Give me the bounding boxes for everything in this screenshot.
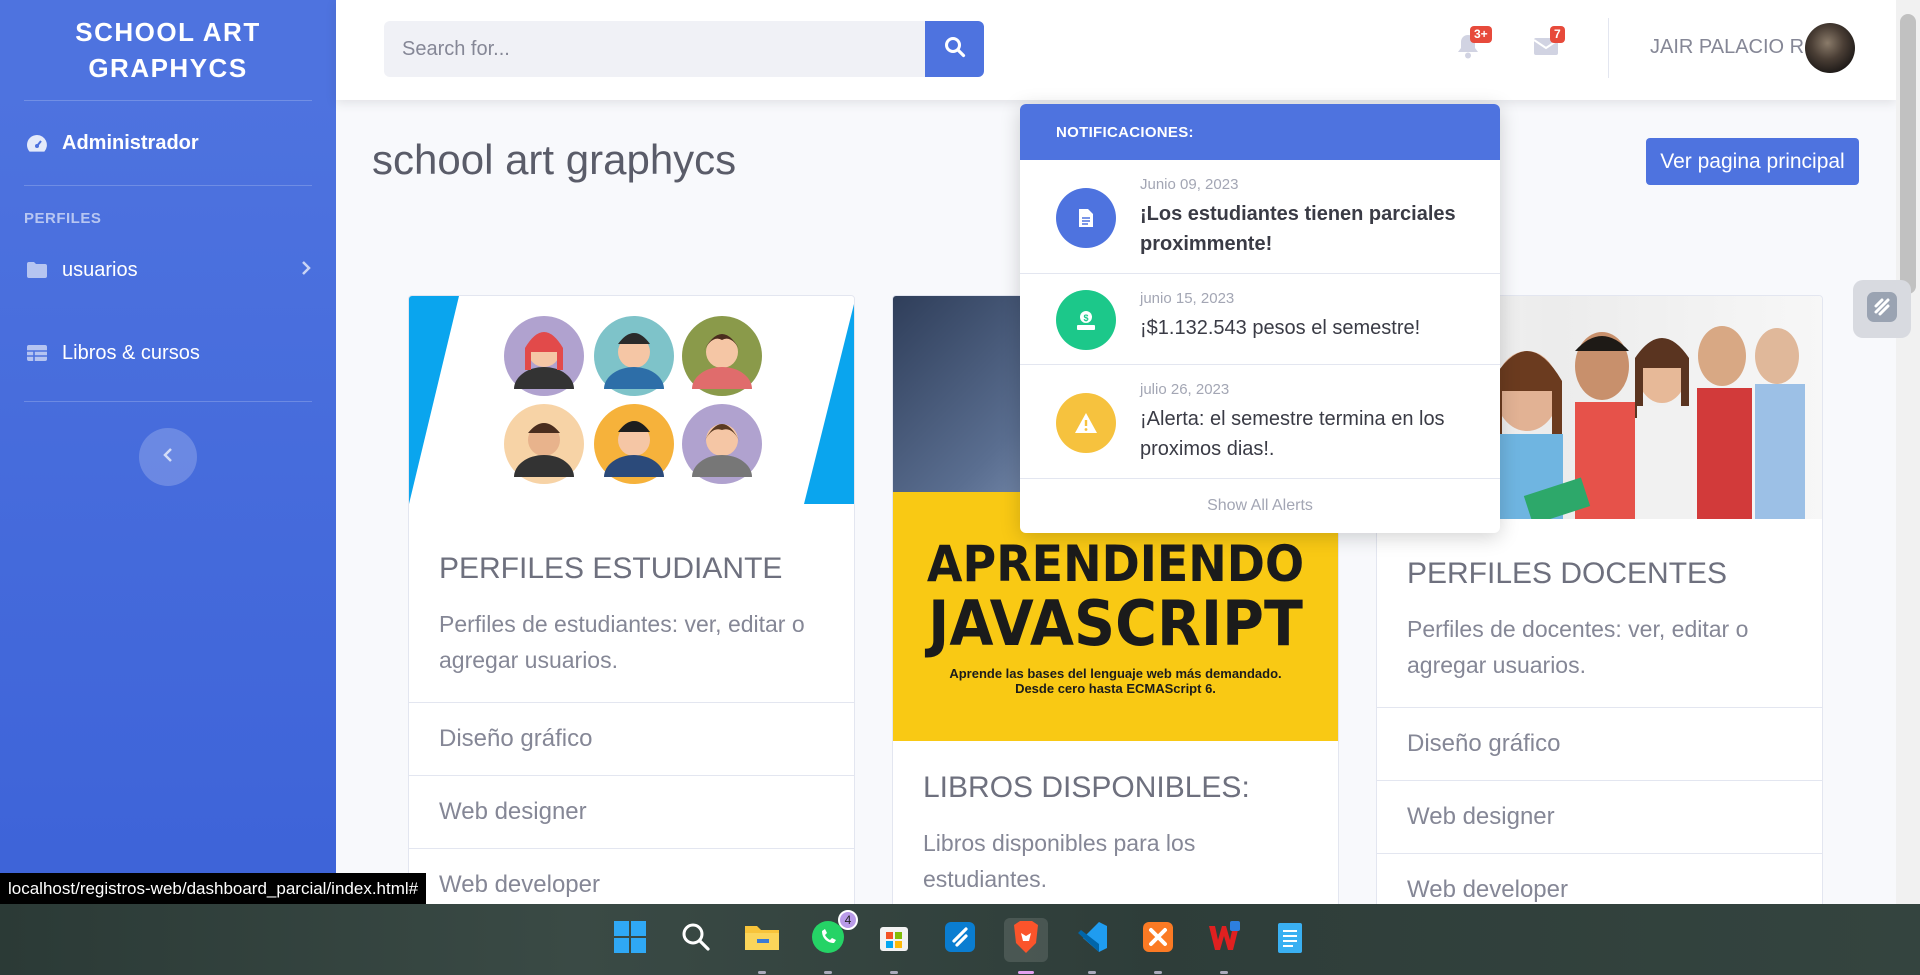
sidebar-item-label: usuarios [62, 258, 138, 281]
sidebar: SCHOOL ART GRAPHYCS Administrador PERFIL… [0, 0, 336, 904]
book-subtitle: Desde cero hasta ECMAScript 6. [1015, 681, 1216, 696]
file-explorer-button[interactable] [740, 918, 784, 974]
tachometer-icon [24, 132, 50, 154]
messages-button[interactable]: 7 [1532, 26, 1565, 62]
donate-icon: $ [1056, 290, 1116, 350]
card-text: Perfiles de estudiantes: ver, editar o a… [439, 611, 805, 673]
user-name[interactable]: JAIR PALACIO R [1650, 36, 1804, 59]
sidebar-brand[interactable]: SCHOOL ART GRAPHYCS [0, 0, 336, 100]
card-title: LIBROS DISPONIBLES: [923, 771, 1250, 804]
extension-widget[interactable] [1853, 280, 1911, 338]
notification-date: julio 26, 2023 [1140, 381, 1230, 398]
sidebar-toggle-button[interactable] [139, 428, 197, 486]
list-item[interactable]: Web designer [1377, 780, 1822, 853]
list-item[interactable]: Diseño gráfico [409, 702, 854, 775]
whatsapp-button[interactable]: 4 [806, 909, 858, 974]
app-icon [943, 920, 977, 959]
notification-text: ¡Los estudiantes tienen parciales proxim… [1140, 203, 1456, 255]
chevron-left-icon [162, 447, 174, 468]
search-icon [944, 36, 966, 63]
table-icon [24, 342, 50, 364]
sidebar-item-admin[interactable]: Administrador [0, 101, 336, 185]
xampp-icon [1141, 920, 1175, 959]
running-indicator [758, 970, 766, 974]
list-item[interactable]: Diseño gráfico [1377, 707, 1822, 780]
notification-date: Junio 09, 2023 [1140, 176, 1239, 193]
topbar: 3+ 7 JAIR PALACIO R [336, 0, 1896, 100]
alerts-badge: 3+ [1470, 26, 1492, 43]
alerts-button[interactable]: 3+ [1454, 26, 1492, 62]
whatsapp-badge: 4 [838, 909, 858, 930]
card-text: Libros disponibles para los estudiantes. [923, 830, 1196, 892]
wps-icon [1206, 920, 1242, 959]
link-status-bar: localhost/registros-web/dashboard_parcia… [0, 873, 427, 904]
vscode-icon [1075, 920, 1109, 959]
store-icon [877, 920, 911, 959]
folder-icon [24, 259, 50, 281]
sidebar-item-label: Administrador [62, 131, 199, 154]
notification-item[interactable]: $ junio 15, 2023 ¡$1.132.543 pesos el se… [1020, 274, 1500, 365]
brave-browser-button[interactable] [1004, 917, 1048, 974]
windows-icon [613, 920, 647, 959]
notification-text: ¡Alerta: el semestre termina en los prox… [1140, 408, 1445, 460]
notifications-dropdown: NOTIFICACIONES: Junio 09, 2023 ¡Los estu… [1020, 104, 1500, 533]
notepad-button[interactable] [1268, 918, 1312, 962]
topbar-divider [1608, 18, 1609, 78]
notepad-icon [1275, 920, 1305, 959]
avatar[interactable] [1805, 23, 1855, 73]
running-indicator [824, 970, 832, 974]
list-item[interactable]: Web designer [409, 775, 854, 848]
sidebar-item-libros[interactable]: Libros & cursos [0, 305, 336, 401]
start-button[interactable] [608, 918, 652, 962]
scrollbar-thumb[interactable] [1900, 14, 1916, 294]
search-button[interactable] [925, 21, 984, 77]
card-students: PERFILES ESTUDIANTE Perfiles de estudian… [408, 295, 855, 915]
wps-office-button[interactable] [1202, 918, 1246, 974]
app-button[interactable] [938, 918, 982, 962]
notifications-header: NOTIFICACIONES: [1020, 104, 1500, 160]
card-text: Perfiles de docentes: ver, editar o agre… [1407, 616, 1749, 678]
running-indicator [1018, 970, 1034, 974]
main-page-button[interactable]: Ver pagina principal [1646, 138, 1859, 185]
notification-item[interactable]: julio 26, 2023 ¡Alerta: el semestre term… [1020, 365, 1500, 479]
folder-icon [743, 921, 781, 958]
file-icon [1056, 188, 1116, 248]
search-input[interactable] [384, 21, 925, 77]
card-title: PERFILES ESTUDIANTE [439, 552, 783, 585]
taskbar-search-button[interactable] [674, 918, 718, 962]
messages-badge: 7 [1550, 26, 1565, 43]
os-taskbar: 4 [0, 904, 1920, 975]
sidebar-item-label: Libros & cursos [62, 341, 200, 364]
search-bar [384, 21, 984, 77]
search-icon [680, 921, 712, 958]
book-title: APRENDIENDO [926, 535, 1305, 593]
running-indicator [1220, 970, 1228, 974]
running-indicator [1154, 970, 1162, 974]
xampp-button[interactable] [1136, 918, 1180, 974]
notification-date: junio 15, 2023 [1140, 290, 1235, 307]
students-illustration [409, 296, 854, 504]
extension-icon [1865, 290, 1899, 329]
notification-item[interactable]: Junio 09, 2023 ¡Los estudiantes tienen p… [1020, 160, 1500, 274]
svg-text:$: $ [1083, 313, 1088, 323]
chevron-right-icon [300, 259, 312, 282]
warning-icon [1056, 393, 1116, 453]
page-scrollbar[interactable] [1896, 0, 1920, 904]
page-title: school art graphycs [372, 136, 737, 183]
microsoft-store-button[interactable] [872, 918, 916, 974]
card-title: PERFILES DOCENTES [1407, 557, 1728, 590]
brave-icon [1010, 919, 1042, 960]
running-indicator [890, 970, 898, 974]
sidebar-heading: PERFILES [24, 210, 102, 227]
sidebar-item-usuarios[interactable]: usuarios [0, 235, 336, 305]
running-indicator [1088, 970, 1096, 974]
vscode-button[interactable] [1070, 918, 1114, 974]
book-title: JAVASCRIPT [928, 587, 1303, 660]
notification-text: ¡$1.132.543 pesos el semestre! [1140, 317, 1421, 339]
book-subtitle: Aprende las bases del lenguaje web más d… [949, 666, 1282, 681]
show-all-alerts-link[interactable]: Show All Alerts [1020, 479, 1500, 533]
sidebar-divider [24, 401, 312, 402]
